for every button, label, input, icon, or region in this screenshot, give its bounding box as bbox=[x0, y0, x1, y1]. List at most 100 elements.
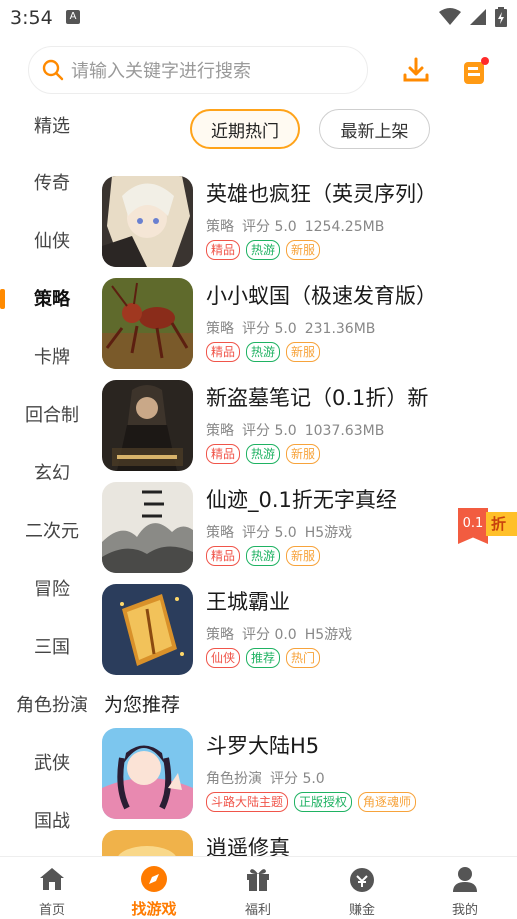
tag: 精品 bbox=[206, 240, 241, 260]
category-sidebar: 精选 传奇 仙侠 策略 卡牌 回合制 玄幻 二次元 冒险 三国 角色扮演 武侠 … bbox=[0, 96, 104, 856]
sidebar-item-adventure[interactable]: 冒险 bbox=[0, 559, 104, 617]
sidebar-item-strategy[interactable]: 策略 bbox=[0, 269, 104, 327]
game-icon bbox=[102, 278, 193, 369]
tag: 新服 bbox=[286, 546, 321, 566]
game-title: 新盗墓笔记（0.1折）新 bbox=[206, 386, 429, 410]
game-size: 1254.25MB bbox=[304, 219, 385, 235]
game-item[interactable]: 英雄也疯狂（英灵序列） 策略 评分 5.0 1254.25MB 精品 热游 新服 bbox=[102, 176, 502, 268]
game-tags: 精品 热游 新服 bbox=[206, 546, 321, 566]
nav-mine[interactable]: 我的 bbox=[430, 857, 500, 919]
profile-icon bbox=[453, 867, 477, 892]
nav-home[interactable]: 首页 bbox=[17, 857, 87, 919]
tag: 热门 bbox=[286, 648, 321, 668]
discount-unit: 折 bbox=[486, 512, 517, 536]
tag: 精品 bbox=[206, 546, 241, 566]
game-icon bbox=[102, 380, 193, 471]
tag: 新服 bbox=[286, 342, 321, 362]
game-item[interactable]: 仙迹_0.1折无字真经 策略 评分 5.0 H5游戏 精品 热游 新服 bbox=[102, 482, 502, 574]
bottom-nav: 首页 找游戏 福利 赚金 我的 bbox=[0, 856, 517, 919]
nav-label: 首页 bbox=[38, 903, 65, 918]
nav-welfare[interactable]: 福利 bbox=[223, 857, 293, 919]
game-size: 231.36MB bbox=[304, 321, 376, 337]
game-category: 策略 bbox=[206, 321, 234, 337]
sidebar-item-three-kingdoms[interactable]: 三国 bbox=[0, 617, 104, 675]
sidebar-item-turn-based[interactable]: 回合制 bbox=[0, 385, 104, 443]
sidebar-item-legend[interactable]: 传奇 bbox=[0, 153, 104, 211]
discount-value: 0.1 bbox=[458, 508, 488, 544]
game-title: 小小蚁国（极速发育版） bbox=[206, 284, 437, 308]
game-title: 王城霸业 bbox=[206, 590, 290, 614]
gift-icon bbox=[247, 869, 269, 891]
game-rating: 评分 5.0 bbox=[270, 771, 325, 787]
game-rating: 评分 5.0 bbox=[242, 219, 297, 235]
game-category: 角色扮演 bbox=[206, 771, 262, 787]
game-size: H5游戏 bbox=[304, 525, 353, 541]
discount-badge[interactable]: 0.1 折 bbox=[458, 508, 517, 544]
game-rating: 评分 0.0 bbox=[242, 627, 297, 643]
game-tags: 斗路大陆主题 正版授权 角逐魂师 bbox=[206, 792, 417, 812]
tag: 热游 bbox=[246, 342, 281, 362]
tag: 新服 bbox=[286, 240, 321, 260]
compass-icon bbox=[141, 866, 167, 892]
sidebar-item-rpg[interactable]: 角色扮演 bbox=[0, 675, 104, 733]
game-meta: 策略 评分 5.0 231.36MB bbox=[206, 318, 383, 338]
status-bar: 3:54 A bbox=[0, 0, 517, 36]
message-icon[interactable] bbox=[462, 56, 492, 86]
game-category: 策略 bbox=[206, 219, 234, 235]
game-meta: 策略 评分 0.0 H5游戏 bbox=[206, 624, 360, 644]
tag: 精品 bbox=[206, 342, 241, 362]
game-tags: 精品 热游 新服 bbox=[206, 444, 321, 464]
nav-label: 福利 bbox=[244, 903, 271, 918]
game-icon bbox=[102, 728, 193, 819]
game-category: 策略 bbox=[206, 423, 234, 439]
tab-new-release[interactable]: 最新上架 bbox=[319, 109, 430, 149]
game-meta: 策略 评分 5.0 H5游戏 bbox=[206, 522, 360, 542]
sidebar-item-xianxia[interactable]: 仙侠 bbox=[0, 211, 104, 269]
tag: 角逐魂师 bbox=[358, 792, 417, 812]
game-title: 英雄也疯狂（英灵序列） bbox=[206, 182, 437, 206]
tag: 热游 bbox=[246, 240, 281, 260]
tag: 斗路大陆主题 bbox=[206, 792, 289, 812]
signal-icon bbox=[470, 9, 486, 25]
game-item[interactable]: 斗罗大陆H5 角色扮演 评分 5.0 斗路大陆主题 正版授权 角逐魂师 bbox=[102, 728, 502, 820]
download-icon[interactable] bbox=[402, 56, 430, 84]
notification-icon: A bbox=[66, 10, 80, 24]
game-meta: 角色扮演 评分 5.0 bbox=[206, 768, 333, 788]
game-meta: 策略 评分 5.0 1254.25MB bbox=[206, 216, 392, 236]
game-item[interactable]: 新盗墓笔记（0.1折）新 策略 评分 5.0 1037.63MB 精品 热游 新服 bbox=[102, 380, 502, 472]
sidebar-item-national-war[interactable]: 国战 bbox=[0, 791, 104, 849]
sidebar-item-card[interactable]: 卡牌 bbox=[0, 327, 104, 385]
game-icon bbox=[102, 482, 193, 573]
tag: 精品 bbox=[206, 444, 241, 464]
tag: 热游 bbox=[246, 546, 281, 566]
game-title: 斗罗大陆H5 bbox=[206, 734, 320, 758]
nav-label: 我的 bbox=[451, 903, 478, 918]
game-size: 1037.63MB bbox=[304, 423, 385, 439]
game-rating: 评分 5.0 bbox=[242, 423, 297, 439]
game-icon bbox=[102, 176, 193, 267]
game-category: 策略 bbox=[206, 627, 234, 643]
status-time: 3:54 bbox=[10, 7, 53, 29]
game-rating: 评分 5.0 bbox=[242, 525, 297, 541]
sidebar-item-anime[interactable]: 二次元 bbox=[0, 501, 104, 559]
game-item[interactable]: 王城霸业 策略 评分 0.0 H5游戏 仙侠 推荐 热门 bbox=[102, 584, 502, 676]
sidebar-item-featured[interactable]: 精选 bbox=[0, 96, 104, 154]
search-input[interactable]: 请输入关键字进行搜索 bbox=[28, 46, 368, 94]
nav-label: 找游戏 bbox=[131, 900, 177, 918]
nav-earn[interactable]: 赚金 bbox=[327, 857, 397, 919]
game-rating: 评分 5.0 bbox=[242, 321, 297, 337]
tab-recent-hot[interactable]: 近期热门 bbox=[190, 109, 300, 149]
sidebar-item-fantasy[interactable]: 玄幻 bbox=[0, 443, 104, 501]
game-item[interactable]: 小小蚁国（极速发育版） 策略 评分 5.0 231.36MB 精品 热游 新服 bbox=[102, 278, 502, 370]
nav-label: 赚金 bbox=[348, 903, 375, 918]
game-meta: 策略 评分 5.0 1037.63MB bbox=[206, 420, 392, 440]
wifi-icon bbox=[439, 8, 461, 25]
nav-find-games[interactable]: 找游戏 bbox=[119, 857, 189, 919]
money-bag-icon bbox=[350, 868, 374, 892]
tag: 新服 bbox=[286, 444, 321, 464]
sidebar-item-wuxia[interactable]: 武侠 bbox=[0, 733, 104, 791]
game-tags: 精品 热游 新服 bbox=[206, 240, 321, 260]
status-icons bbox=[439, 7, 507, 27]
home-icon bbox=[40, 868, 64, 890]
tag: 正版授权 bbox=[294, 792, 353, 812]
